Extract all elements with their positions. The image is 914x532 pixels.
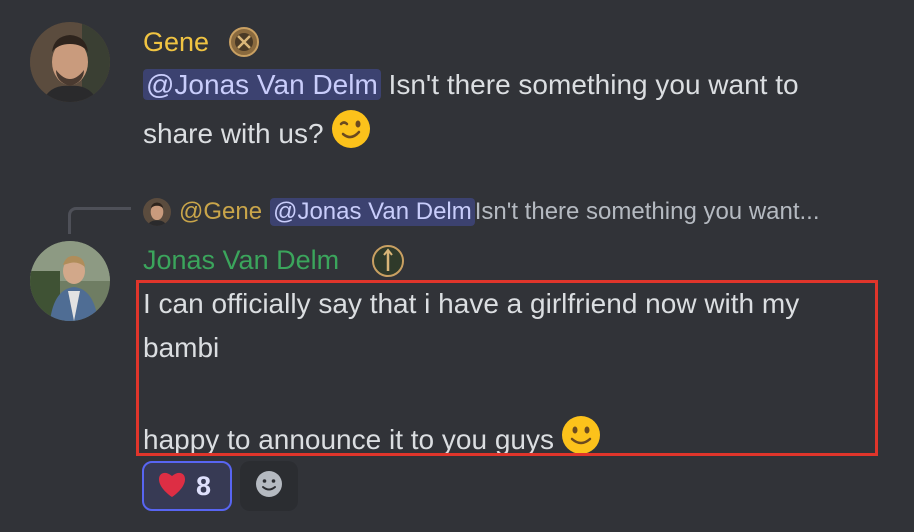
reply-text: Isn't there something you want...	[474, 198, 820, 225]
add-reaction-icon	[254, 469, 284, 504]
winking-face-emoji-icon	[330, 108, 372, 163]
message-author-gene[interactable]: Gene	[143, 25, 209, 59]
reply-author[interactable]: @Gene	[179, 198, 262, 226]
reply-mention[interactable]: @Jonas Van Delm	[270, 198, 475, 226]
reaction-heart[interactable]: 8	[142, 461, 232, 511]
reply-preview[interactable]: @Gene @Jonas Van Delm Isn't there someth…	[143, 196, 820, 228]
reply-avatar-gene	[143, 198, 171, 226]
reply-connector	[68, 207, 131, 234]
message-text-line: @Jonas Van Delm Isn't there something yo…	[143, 63, 799, 107]
reactions-bar: 8	[142, 461, 298, 511]
message-author-jonas[interactable]: Jonas Van Delm	[143, 243, 339, 277]
user-mention[interactable]: @Jonas Van Delm	[143, 69, 381, 100]
heart-icon	[156, 470, 188, 503]
reaction-count: 8	[196, 470, 212, 501]
add-reaction-button[interactable]	[240, 461, 298, 511]
role-badge-icon[interactable]	[229, 27, 259, 57]
message-text-line: share with us?	[143, 108, 372, 163]
message-text: Isn't there something you want to	[380, 69, 799, 100]
avatar-gene[interactable]	[30, 22, 110, 102]
message-text: share with us?	[143, 117, 324, 149]
role-badge-icon[interactable]	[371, 244, 404, 277]
highlight-box	[136, 280, 878, 456]
avatar-jonas[interactable]	[30, 241, 110, 321]
